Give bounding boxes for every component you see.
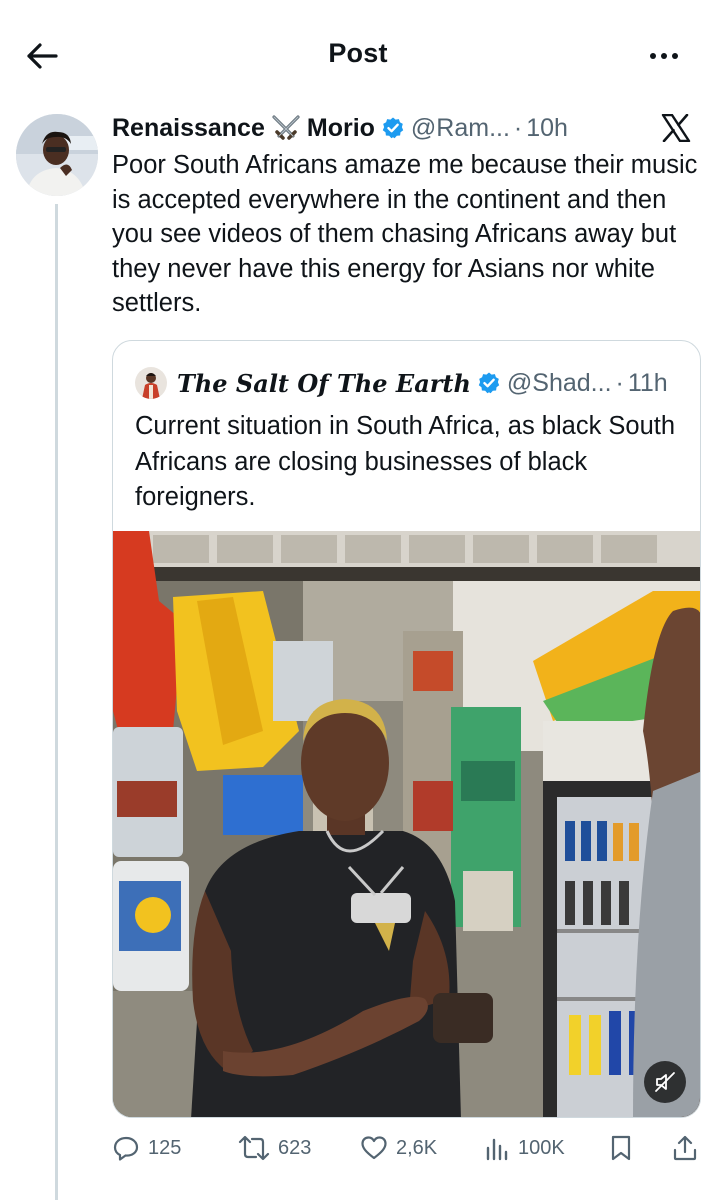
quote-author-name[interactable]: The Salt Of The Earth [177,369,471,398]
quote-author-avatar[interactable] [135,367,167,399]
tweet-author-row: Renaissance Morio @Ram... · 10h [112,110,568,146]
volume-muted-icon [655,1072,675,1092]
separator-dot: · [513,113,523,142]
tweet-timestamp[interactable]: 10h [526,114,568,143]
crossed-swords-icon [271,114,301,142]
quote-author-handle[interactable]: @Shad... [507,369,612,398]
like-count: 2,6K [396,1136,438,1159]
repost-count: 623 [278,1136,312,1159]
top-bar: Post [0,0,716,110]
quote-avatar-photo [135,367,167,399]
author-avatar[interactable] [16,114,98,196]
thread-line [55,204,58,1200]
views-count: 100K [518,1136,565,1159]
x-logo-icon[interactable] [658,110,694,146]
mute-toggle-button[interactable] [644,1061,686,1103]
quote-separator-dot: · [615,368,624,397]
more-dot [672,53,678,59]
analytics-icon [486,1138,508,1161]
share-button[interactable] [672,1128,706,1168]
share-icon [673,1135,697,1161]
author-handle[interactable]: @Ram... [411,114,510,143]
author-name-second[interactable]: Morio [307,114,375,143]
like-button[interactable]: 2,6K [360,1128,437,1168]
tweet-text: Poor South Africans amaze me because the… [112,151,698,317]
quote-timestamp[interactable]: 11h [628,369,668,398]
page-title: Post [328,38,388,68]
more-horizontal-icon [650,53,656,59]
quote-verified-badge-icon [477,371,501,395]
bookmark-button[interactable] [608,1128,642,1168]
reply-button[interactable]: 125 [112,1128,181,1168]
quote-author-row: The Salt Of The Earth @Shad... · 11h [135,365,668,401]
more-dot [661,53,667,59]
quoted-post-card[interactable]: The Salt Of The Earth @Shad... · 11h Cur… [112,340,701,1118]
video-frame-shop-scene [113,531,700,1117]
post-action-bar: 125 623 2,6K 100K [112,1128,702,1168]
bookmark-icon [611,1135,631,1161]
views-button[interactable]: 100K [484,1128,565,1168]
author-name[interactable]: Renaissance [112,114,265,143]
quote-video[interactable] [113,531,700,1117]
quote-text: Current situation in South Africa, as bl… [135,412,676,511]
repost-button[interactable]: 623 [238,1128,311,1168]
repost-icon [238,1135,270,1161]
more-options-button[interactable] [644,46,684,66]
avatar-photo [16,114,98,196]
reply-count: 125 [148,1136,182,1159]
reply-icon [113,1136,139,1161]
heart-icon [361,1136,387,1160]
verified-badge-icon [381,116,405,140]
